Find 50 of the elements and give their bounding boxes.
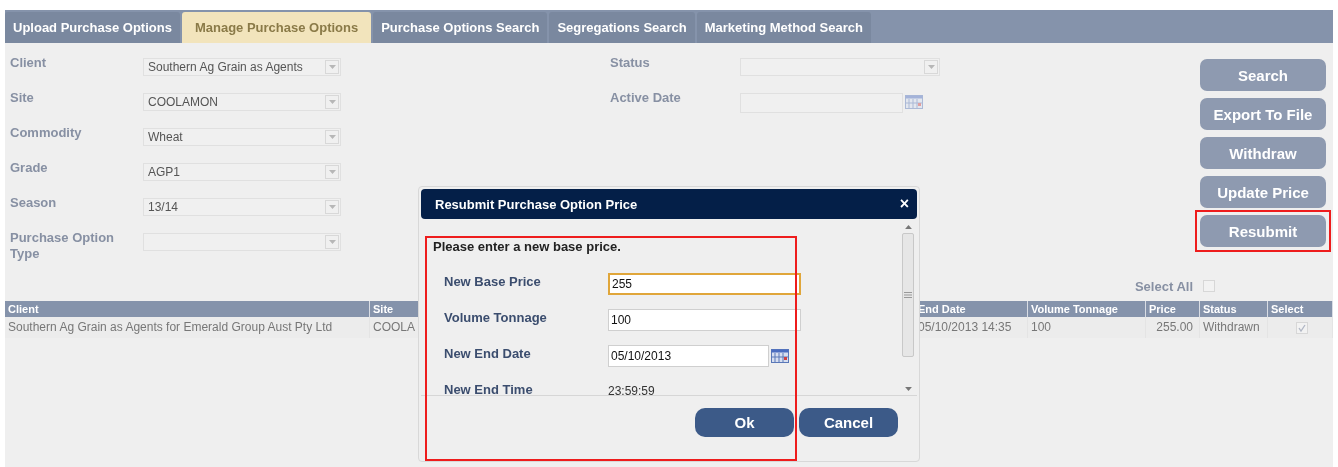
dropdown-arrow-icon (328, 205, 336, 209)
dialog-button[interactable]: Ok (695, 408, 794, 437)
row-checkbox[interactable] (1295, 321, 1308, 334)
dropdown-field[interactable]: Southern Ag Grain as Agents (143, 58, 341, 76)
tab[interactable]: Manage Purchase Options (181, 12, 372, 43)
dropdown-field[interactable]: AGP1 (143, 163, 341, 181)
input-field[interactable]: 100 (608, 309, 801, 331)
dropdown-field[interactable]: 13/14 (143, 198, 341, 216)
dropdown-arrow-icon (927, 65, 935, 69)
dropdown-field[interactable]: Wheat (143, 128, 341, 146)
dropdown-arrow-icon (328, 65, 336, 69)
field-value: 23:59:59 (608, 383, 655, 400)
tab[interactable]: Marketing Method Search (696, 12, 871, 43)
field-label: Client (9, 55, 48, 71)
dropdown-arrow-icon (328, 240, 336, 244)
table-cell: Withdrawn (1200, 317, 1268, 338)
tab[interactable]: Segregations Search (549, 12, 695, 43)
field-label: Active Date (610, 90, 682, 106)
prompt-text: Please enter a new base price. (433, 239, 622, 254)
dropdown-field[interactable]: COOLAMON (143, 93, 341, 111)
select-all-checkbox[interactable] (1203, 280, 1215, 292)
dialog-title: Resubmit Purchase Option Price (435, 196, 638, 212)
dropdown-arrow-icon (328, 170, 336, 174)
field-label: Status (610, 55, 651, 71)
dropdown-field[interactable] (143, 233, 341, 251)
grip-icon (904, 292, 912, 298)
dropdown-arrow-icon (328, 100, 336, 104)
scroll-up-arrow-icon[interactable] (904, 225, 912, 229)
calendar-icon[interactable] (771, 349, 789, 363)
field-label: Site (9, 90, 35, 106)
table-cell: 100 (1028, 317, 1146, 338)
input-field[interactable]: 255 (608, 273, 801, 295)
field-label: Purchase Option Type (9, 230, 116, 262)
dropdown-field[interactable] (740, 58, 940, 76)
table-cell: Southern Ag Grain as Agents for Emerald Group Aust Pty Ltd (5, 317, 370, 338)
field-label: Season (9, 195, 58, 211)
tab[interactable]: Purchase Options Search (373, 12, 548, 43)
field-label: New Base Price (444, 273, 542, 291)
field-label: New End Date (444, 345, 532, 363)
dropdown-arrow-icon (328, 135, 336, 139)
close-button[interactable]: × (899, 196, 909, 212)
dialog-button[interactable]: Cancel (799, 408, 898, 437)
tab[interactable]: Upload Purchase Options (5, 12, 180, 43)
scroll-down-arrow-icon[interactable] (904, 387, 912, 391)
field-label: Commodity (9, 125, 83, 141)
field-label: New End Time (444, 381, 534, 399)
select-all-label: Select All (1134, 278, 1193, 294)
field-label: Grade (9, 160, 49, 176)
scrollbar[interactable] (901, 225, 915, 391)
date-field[interactable]: 05/10/2013 (608, 345, 769, 367)
